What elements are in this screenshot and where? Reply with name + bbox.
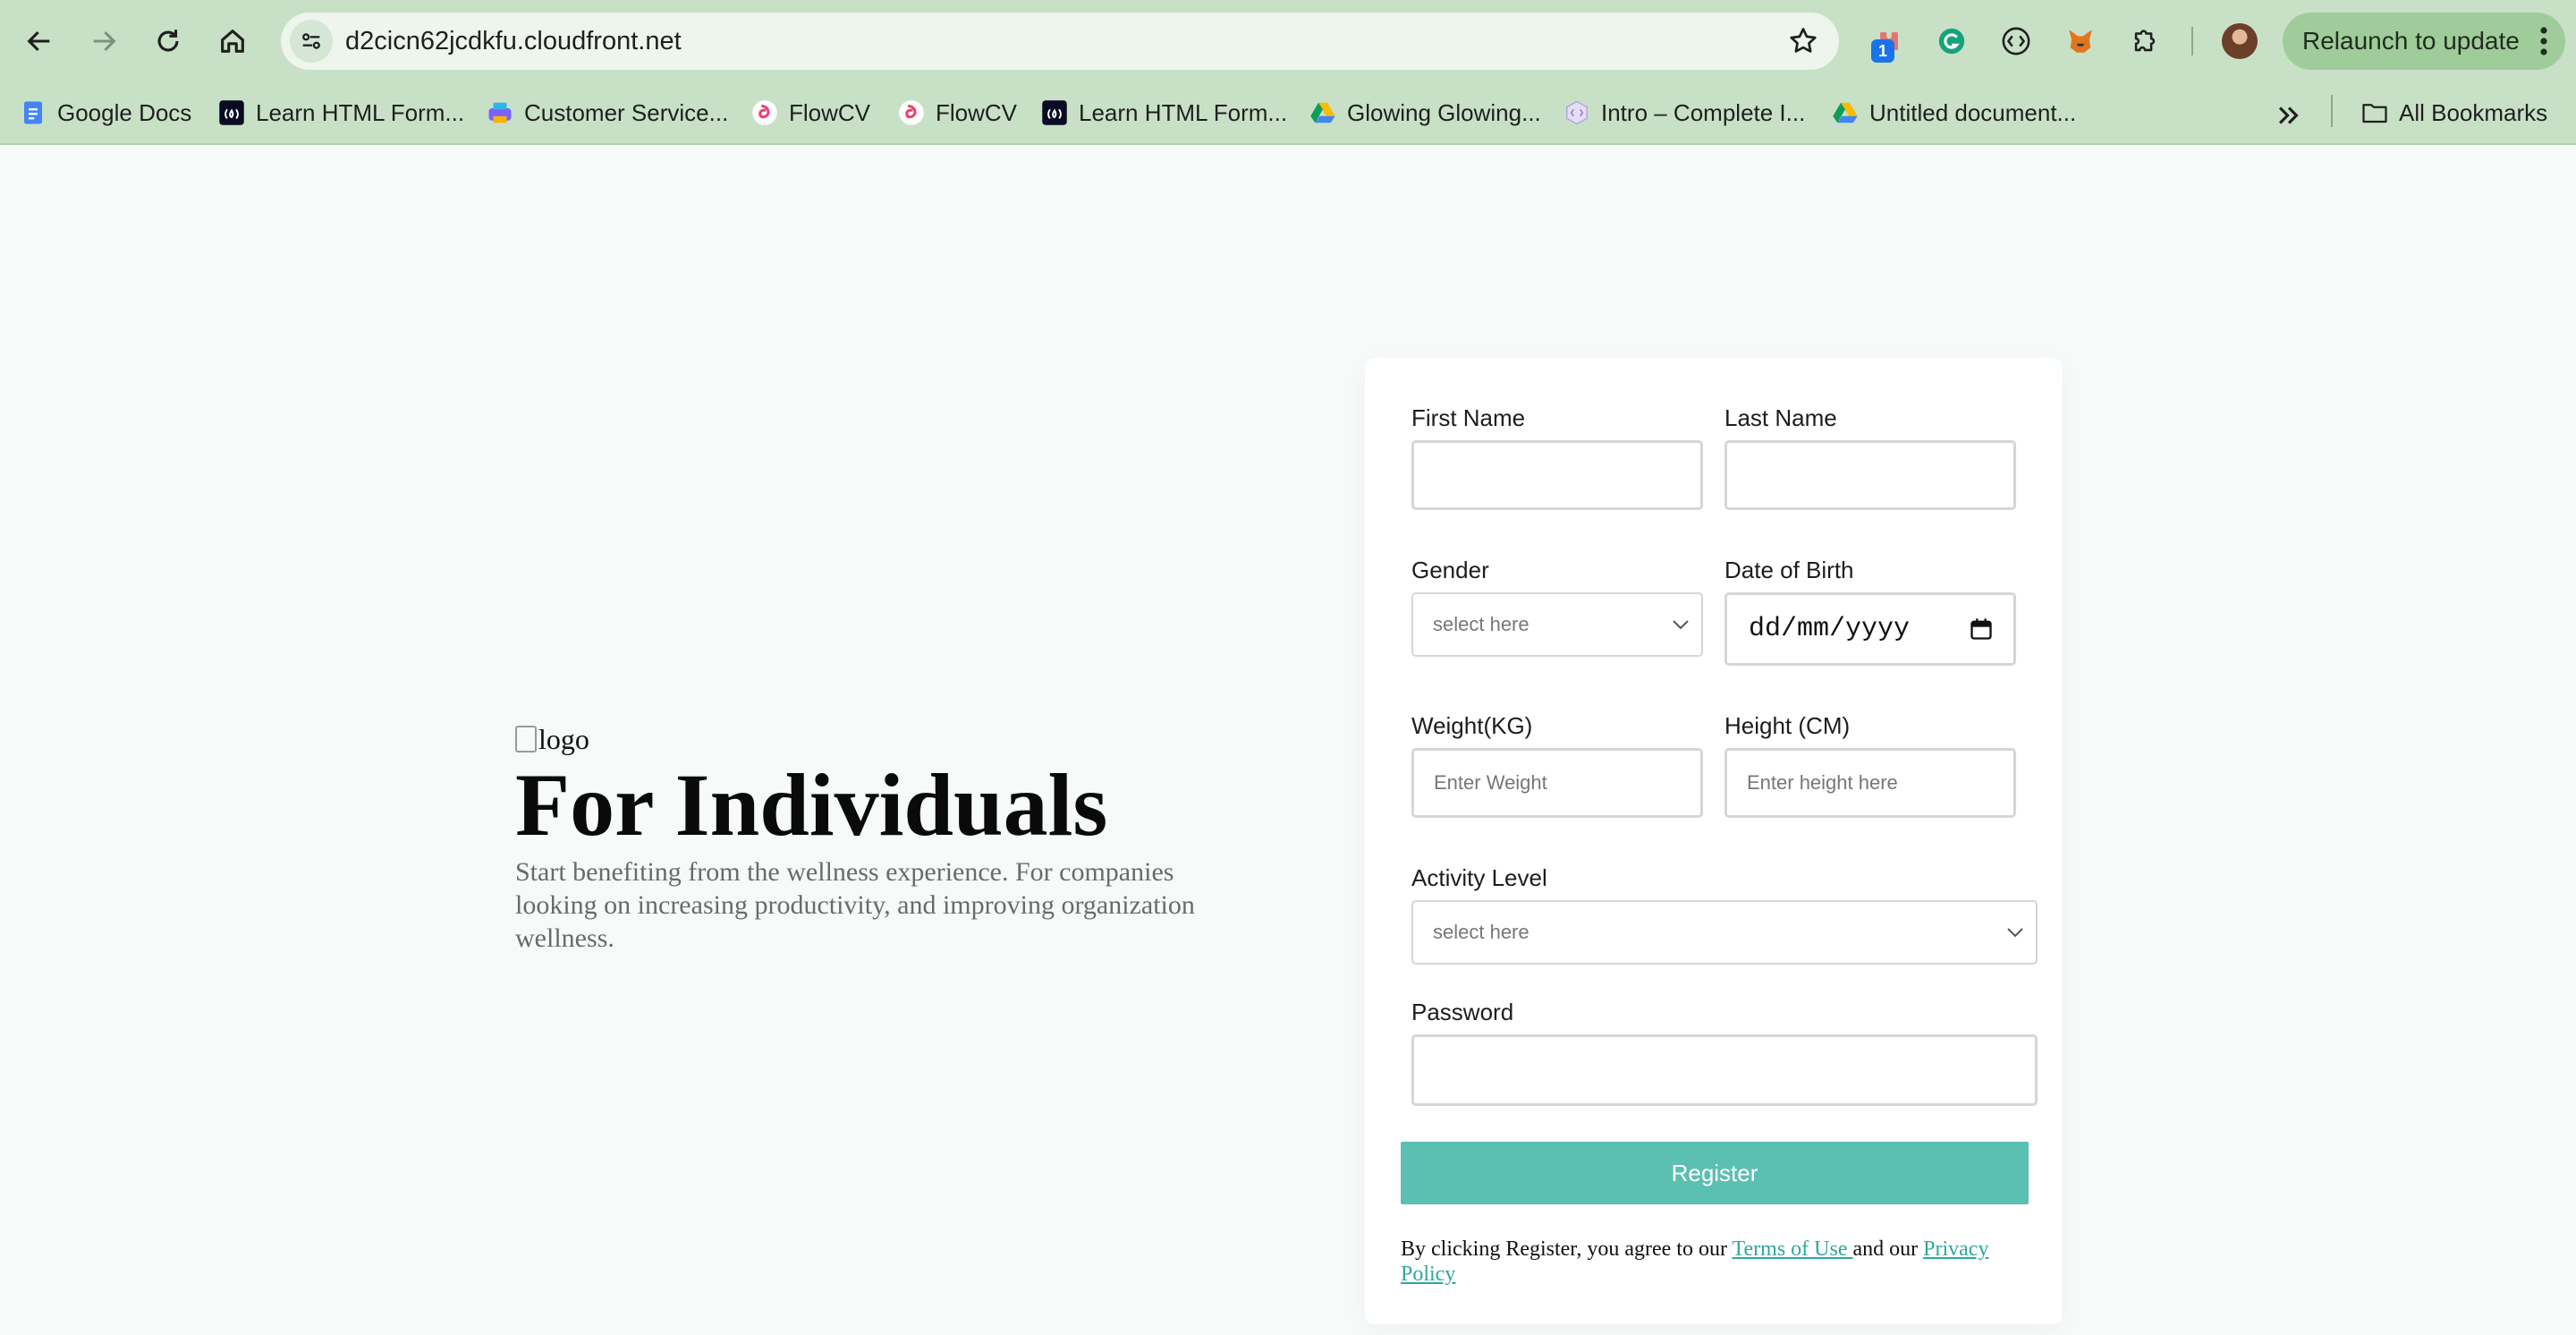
bookmark-item[interactable]: Glowing Glowing... (1309, 95, 1541, 131)
extensions-puzzle-icon[interactable] (2127, 23, 2163, 59)
bookmarks-overflow-chevron-icon[interactable] (2274, 100, 2304, 131)
chevron-down-icon (1673, 620, 1689, 630)
dob-placeholder: dd/mm/yyyy (1749, 614, 1911, 644)
home-icon (221, 30, 244, 53)
google-docs-icon (24, 101, 42, 124)
bookmark-item[interactable]: Intro – Complete I... (1563, 95, 1805, 131)
bookmark-star-icon[interactable] (1787, 25, 1819, 57)
printer-icon (488, 102, 512, 123)
bookmark-item[interactable]: FlowCV (751, 95, 870, 131)
all-bookmarks-button[interactable]: All Bookmarks (2361, 95, 2547, 131)
bookmark-item[interactable]: Learn HTML Form... (218, 95, 464, 131)
chevron-down-icon (2007, 928, 2023, 938)
browser-toolbar: d2cicn62jcdkfu.cloudfront.net 1 Relaunch… (0, 0, 2576, 82)
google-drive-icon (1310, 102, 1335, 123)
flowcv-icon (752, 100, 777, 125)
registration-form: First Name Last Name Gender select here … (1365, 358, 2063, 1324)
weight-label: Weight(KG) (1411, 712, 1533, 739)
back-arrow-icon (27, 30, 50, 52)
bookmark-label: FlowCV (936, 98, 1018, 126)
more-menu-icon[interactable] (2540, 27, 2547, 55)
folder-icon (2362, 104, 2387, 123)
freecodecamp-icon (1042, 100, 1067, 125)
reload-icon (157, 30, 179, 52)
bookmark-item[interactable]: FlowCV (898, 95, 1017, 131)
bookmark-item[interactable]: Untitled document... (1832, 95, 2076, 131)
terms-notice: By clicking Register, you agree to our T… (1401, 1237, 2027, 1287)
bookmark-item[interactable]: Google Docs (20, 95, 191, 131)
bookmarks-bar: Google Docs Learn HTML Form... Customer … (0, 82, 2576, 145)
last-name-label: Last Name (1724, 404, 1837, 431)
site-settings-icon[interactable] (290, 20, 333, 63)
address-bar[interactable]: d2cicn62jcdkfu.cloudfront.net (281, 13, 1839, 70)
hero-section: logo For Individuals Start benefiting fr… (515, 723, 1231, 955)
weight-input[interactable]: Enter Weight (1411, 748, 1703, 818)
logo-alt-text: logo (538, 723, 589, 755)
toolbar-divider (2191, 27, 2193, 55)
relaunch-label: Relaunch to update (2302, 27, 2520, 55)
google-drive-icon (1833, 102, 1858, 123)
dob-label: Date of Birth (1724, 557, 1854, 583)
relaunch-button[interactable]: Relaunch to update (2283, 13, 2565, 70)
bookmark-label: Customer Service... (524, 98, 729, 126)
height-placeholder: Enter height here (1747, 771, 1898, 794)
bookmark-label: Glowing Glowing... (1347, 98, 1541, 126)
bookmark-label: Learn HTML Form... (256, 98, 465, 126)
home-button[interactable] (209, 18, 256, 64)
last-name-input[interactable] (1724, 440, 2016, 510)
all-bookmarks-label: All Bookmarks (2399, 98, 2548, 126)
height-input[interactable]: Enter height here (1724, 748, 2016, 818)
activity-level-label: Activity Level (1411, 864, 1547, 891)
grammarly-icon[interactable] (1934, 23, 1970, 59)
freecodecamp-icon (219, 100, 244, 125)
bookmark-label: Google Docs (57, 98, 192, 126)
back-button[interactable] (16, 18, 63, 64)
code-extension-icon[interactable] (1998, 23, 2034, 59)
forward-arrow-icon (93, 30, 116, 52)
password-input[interactable] (1411, 1034, 2038, 1106)
calendar-icon[interactable] (1969, 616, 1994, 642)
password-label: Password (1411, 999, 1514, 1025)
bookmarks-divider (2331, 95, 2333, 127)
bookmark-item[interactable]: Learn HTML Form... (1041, 95, 1287, 131)
page-title: For Individuals (515, 755, 1108, 855)
gender-label: Gender (1411, 557, 1489, 583)
bookmark-label: Learn HTML Form... (1079, 98, 1288, 126)
terms-prefix: By clicking Register, you agree to our (1401, 1237, 1733, 1261)
terms-middle: and our (1852, 1237, 1924, 1261)
activity-level-select[interactable]: select here (1411, 900, 2038, 965)
terms-of-use-link[interactable]: Terms of Use (1733, 1237, 1853, 1261)
bookmark-item[interactable]: Customer Service... (487, 95, 728, 131)
bookmark-label: Intro – Complete I... (1601, 98, 1806, 126)
metamask-fox-icon[interactable] (2063, 23, 2098, 59)
gender-select[interactable]: select here (1411, 592, 1703, 657)
first-name-label: First Name (1411, 404, 1526, 431)
first-name-input[interactable] (1411, 440, 1703, 510)
activity-select-value: select here (1433, 921, 1530, 943)
flowcv-icon (899, 100, 924, 125)
forward-button[interactable] (80, 18, 127, 64)
hexagon-icon (1566, 100, 1588, 125)
bookmark-label: FlowCV (789, 98, 871, 126)
gender-select-value: select here (1433, 613, 1530, 635)
hero-description: Start benefiting from the wellness exper… (515, 857, 1195, 953)
dob-input[interactable]: dd/mm/yyyy (1724, 592, 2016, 666)
broken-image-icon (515, 726, 537, 753)
bookmark-label: Untitled document... (1869, 98, 2077, 126)
extension-badge: 1 (1871, 39, 1894, 63)
reload-button[interactable] (145, 18, 191, 64)
height-label: Height (CM) (1724, 712, 1851, 739)
profile-avatar[interactable] (2222, 23, 2258, 59)
url-text[interactable]: d2cicn62jcdkfu.cloudfront.net (345, 13, 682, 70)
register-button[interactable]: Register (1401, 1142, 2029, 1204)
logo-image: logo (515, 723, 1231, 757)
weight-placeholder: Enter Weight (1434, 771, 1547, 794)
